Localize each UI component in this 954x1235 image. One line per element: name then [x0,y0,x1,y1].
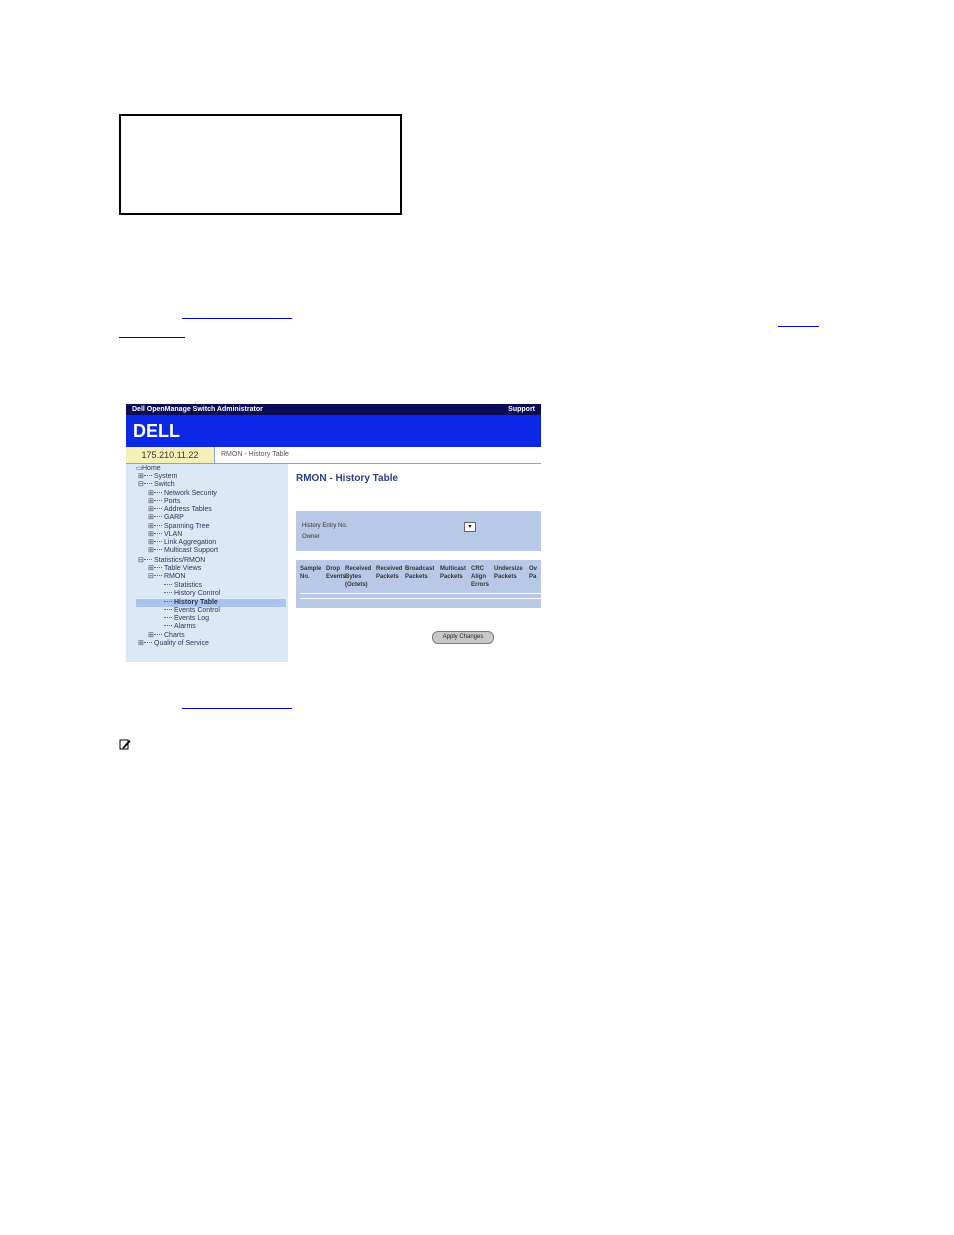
history-entry-label: History Entry No. [302,523,348,529]
note-pencil-icon [119,739,131,750]
page-title: RMON - History Table [296,473,399,484]
window-title-bar: Dell OpenManage Switch Administrator Sup… [126,404,541,415]
tree-item-home[interactable]: ▭Home [136,465,161,473]
tree-item-statistics[interactable]: Statistics [158,582,202,590]
col-undersize-packets: Undersize Packets [494,566,523,580]
col-received-bytes: Received Bytes (Octets) [345,566,372,588]
tree-item-statistics-rmon[interactable]: ⊟ Statistics/RMON [138,557,205,565]
tree-item-table-views[interactable]: ⊞ Table Views [148,565,201,573]
rmon-history-table-screenshot: Dell OpenManage Switch Administrator Sup… [126,404,541,662]
owner-label: Owner [302,534,320,540]
link-underline-2a[interactable] [778,326,819,327]
link-underline-2b[interactable] [119,337,185,338]
dell-logo-icon: DELL [133,421,180,441]
tree-item-network-security[interactable]: ⊞ Network Security [148,490,217,498]
tree-item-garp[interactable]: ⊞ GARP [148,514,184,522]
tree-item-switch[interactable]: ⊟ Switch [138,481,175,489]
tree-item-history-table[interactable]: History Table [158,599,218,607]
tree-item-address-tables[interactable]: ⊞ Address Tables [148,506,212,514]
tree-item-history-control[interactable]: History Control [158,590,220,598]
col-crc-align-errors: CRC Align Errors [471,566,490,588]
tree-item-multicast-support[interactable]: ⊞ Multicast Support [148,547,218,555]
col-oversize-packets: Ov Pa [529,566,538,580]
tree-item-link-aggregation[interactable]: ⊞ Link Aggregation [148,539,216,547]
tree-item-rmon[interactable]: ⊟ RMON [148,573,185,581]
empty-figure-box [119,114,402,215]
apply-changes-button[interactable]: Apply Changes [432,631,494,644]
history-entry-select[interactable]: ▾ [464,522,476,532]
col-multicast-packets: Multicast Packets [440,566,467,580]
tree-item-system[interactable]: ⊞ System [138,473,177,481]
tree-item-charts[interactable]: ⊞ Charts [148,632,185,640]
tree-item-vlan[interactable]: ⊞ VLAN [148,531,182,539]
tree-item-spanning-tree[interactable]: ⊞ Spanning Tree [148,523,210,531]
navigation-tree: ▭Home ⊞ System ⊟ Switch ⊞ Network Security … [126,464,288,662]
tree-item-alarms[interactable]: Alarms [158,623,196,631]
tree-item-ports[interactable]: ⊞ Ports [148,498,180,506]
history-form-panel: History Entry No. ▾ Owner [296,511,541,551]
history-table-panel: Sample No. Drop Events Received Bytes (O… [296,560,541,608]
breadcrumb: RMON - History Table [221,451,289,458]
table-row-divider [300,593,541,594]
tree-item-quality-of-service[interactable]: ⊞ Quality of Service [138,640,209,648]
ip-address: 175.210.11.22 [126,447,215,463]
content-pane: RMON - History Table History Entry No. ▾… [288,464,541,662]
col-broadcast-packets: Broadcast Packets [405,566,435,580]
col-received-packets: Received Packets [376,566,403,580]
window-title: Dell OpenManage Switch Administrator [132,406,263,413]
tree-item-events-control[interactable]: Events Control [158,607,220,615]
table-row-divider [300,598,541,599]
col-drop-events: Drop Events [326,566,346,580]
col-sample-no: Sample No. [300,566,322,580]
dell-banner: DELL [126,415,541,447]
dell-logo-text: DELL [133,421,180,441]
address-bar: 175.210.11.22 RMON - History Table [126,447,541,464]
support-link[interactable]: Support [508,404,535,415]
link-underline-3[interactable] [182,708,292,709]
tree-item-events-log[interactable]: Events Log [158,615,209,623]
link-underline-1[interactable] [182,318,292,319]
